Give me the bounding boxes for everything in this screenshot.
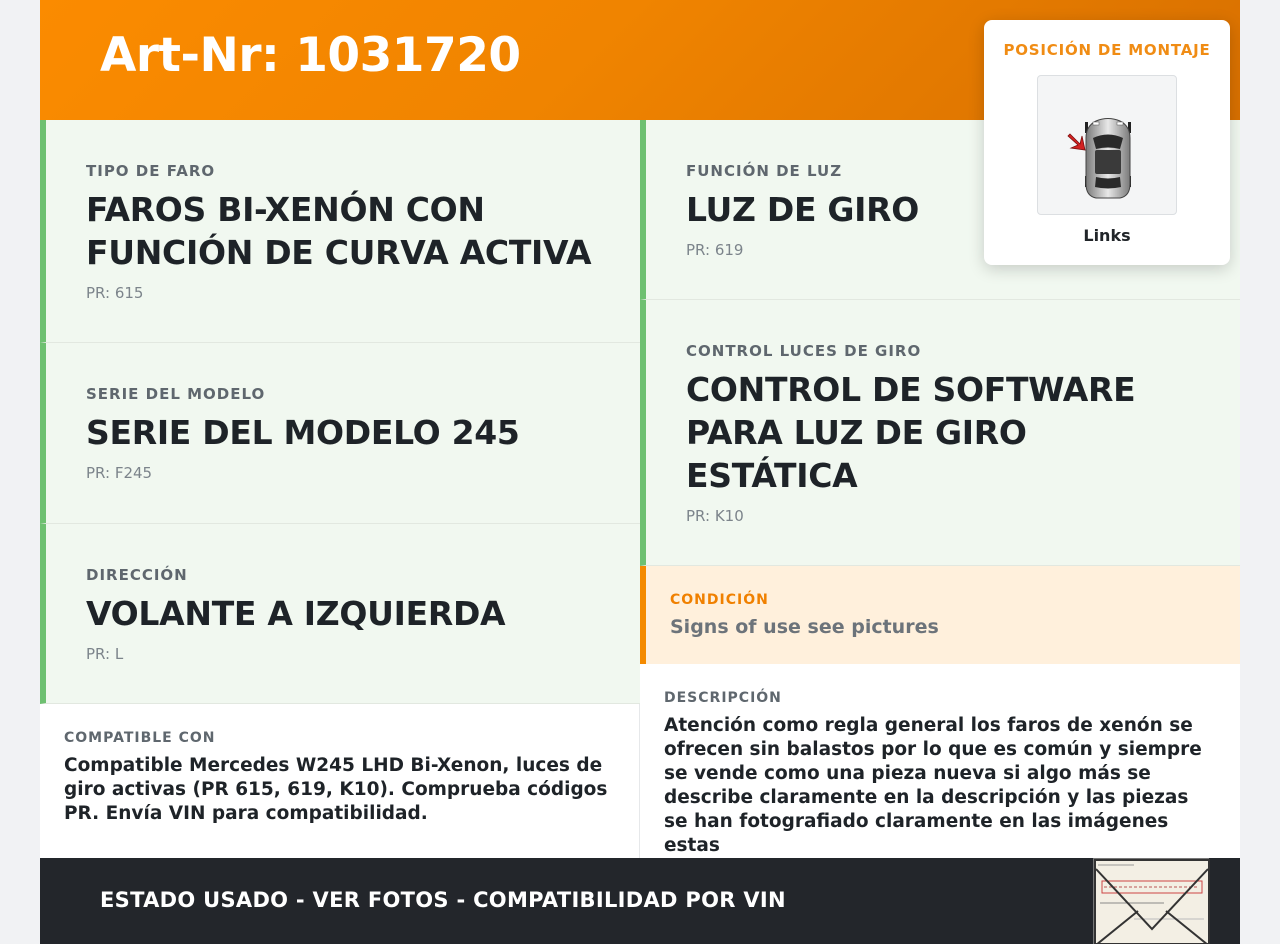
mounting-position-card: POSICIÓN DE MONTAJE Links <box>984 20 1230 265</box>
car-top-view-icon <box>1067 118 1131 199</box>
condition-label: CONDICIÓN <box>670 592 769 608</box>
condition-value: Signs of use see pictures <box>670 616 939 638</box>
spec-value: FAROS BI-XENÓN CON FUNCIÓN DE CURVA ACTI… <box>86 190 592 272</box>
spec-pr-code: PR: L <box>86 645 124 663</box>
car-position-image <box>1037 75 1177 215</box>
compatibility-label: COMPATIBLE CON <box>64 730 216 746</box>
spec-value: SERIE DEL MODELO 245 <box>86 413 520 452</box>
spec-label: SERIE DEL MODELO <box>86 385 266 403</box>
product-sheet: Art-Nr: 1031720 TIPO DE FARO FAROS BI-XE… <box>40 0 1240 944</box>
spec-steering: DIRECCIÓN VOLANTE A IZQUIERDA PR: L <box>40 524 640 704</box>
spec-model-series: SERIE DEL MODELO SERIE DEL MODELO 245 PR… <box>40 343 640 524</box>
spec-value: VOLANTE A IZQUIERDA <box>86 594 506 633</box>
spec-headlight-type: TIPO DE FARO FAROS BI-XENÓN CON FUNCIÓN … <box>40 120 640 343</box>
spec-label: CONTROL LUCES DE GIRO <box>686 342 922 360</box>
spec-turn-light-control: CONTROL LUCES DE GIRO CONTROL DE SOFTWAR… <box>640 300 1240 566</box>
compatibility-box: COMPATIBLE CON Compatible Mercedes W245 … <box>40 704 640 858</box>
article-number-title: Art-Nr: 1031720 <box>100 28 521 83</box>
mounting-side-label: Links <box>1083 226 1131 245</box>
spec-label: DIRECCIÓN <box>86 566 188 584</box>
footer-text: ESTADO USADO - VER FOTOS - COMPATIBILIDA… <box>100 888 786 912</box>
description-label: DESCRIPCIÓN <box>664 690 782 706</box>
spec-pr-code: PR: K10 <box>686 507 744 525</box>
spec-pr-code: PR: F245 <box>86 464 153 482</box>
spec-value: CONTROL DE SOFTWARE PARA LUZ DE GIRO EST… <box>686 370 1136 495</box>
footer-bar: ESTADO USADO - VER FOTOS - COMPATIBILIDA… <box>40 858 1240 944</box>
compatibility-text: Compatible Mercedes W245 LHD Bi-Xenon, l… <box>64 755 608 824</box>
mounting-position-title: POSICIÓN DE MONTAJE <box>1003 41 1211 59</box>
spec-pr-code: PR: 615 <box>86 284 144 302</box>
description-box: DESCRIPCIÓN Atención como regla general … <box>640 664 1240 858</box>
spec-label: TIPO DE FARO <box>86 162 216 180</box>
condition-box: CONDICIÓN Signs of use see pictures <box>640 566 1240 664</box>
vin-document-icon <box>1093 858 1210 944</box>
description-text: Atención como regla general los faros de… <box>664 715 1202 856</box>
